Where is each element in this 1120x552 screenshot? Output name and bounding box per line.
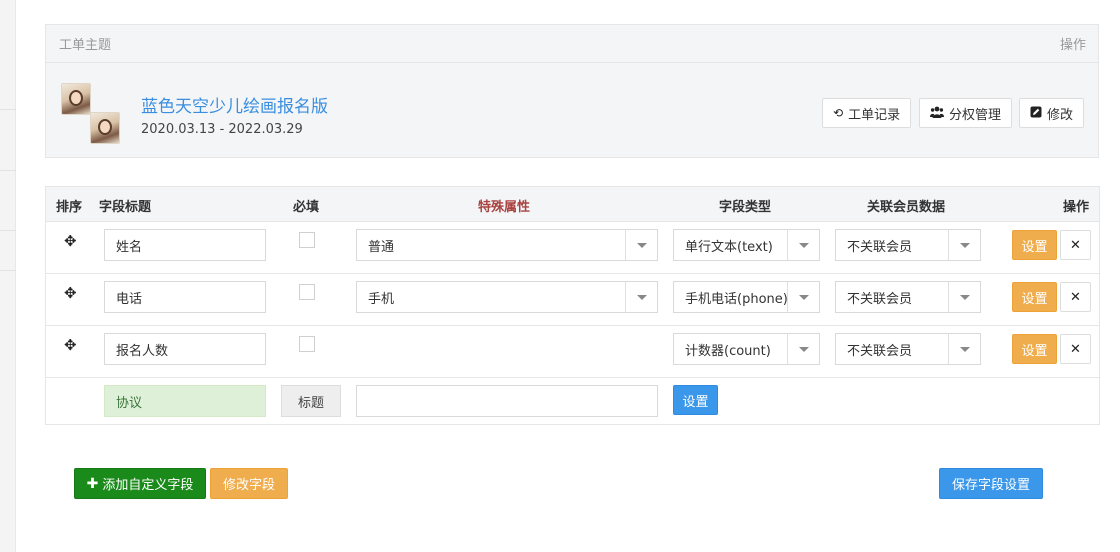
delete-button[interactable]: ✕ <box>1060 334 1091 364</box>
fields-table: 排序 字段标题 必填 特殊属性 字段类型 关联会员数据 操作 ✥ 姓名 普通 单… <box>45 186 1100 425</box>
cover-thumbnail <box>90 112 120 144</box>
move-icon[interactable]: ✥ <box>64 336 77 354</box>
special-attribute-select[interactable]: 手机 <box>356 281 658 313</box>
special-attribute-value: 普通 <box>368 239 395 255</box>
special-attribute-value: 手机 <box>368 291 395 307</box>
table-row: ✥ 电话 手机 手机电话(phone) 不关联会员 设置 ✕ <box>46 274 1099 326</box>
agreement-input[interactable] <box>356 385 658 417</box>
field-title-input[interactable]: 报名人数 <box>104 333 266 365</box>
chevron-down-icon <box>787 334 819 364</box>
required-checkbox[interactable] <box>299 284 315 300</box>
chevron-down-icon <box>948 334 980 364</box>
cover-thumbnail <box>61 83 91 115</box>
table-row: ✥ 报名人数 计数器(count) 不关联会员 设置 ✕ <box>46 326 1099 378</box>
member-data-select[interactable]: 不关联会员 <box>835 281 981 313</box>
chevron-down-icon <box>948 282 980 312</box>
move-icon[interactable]: ✥ <box>64 284 77 302</box>
delete-button[interactable]: ✕ <box>1060 282 1091 312</box>
move-icon[interactable]: ✥ <box>64 232 77 250</box>
cover-thumbnails <box>61 83 121 144</box>
panel-body: 蓝色天空少儿绘画报名版 2020.03.13 - 2022.03.29 ⟲ 工单… <box>46 63 1098 158</box>
agreement-row: 协议 标题 设置 <box>46 378 1099 425</box>
header-required: 必填 <box>293 200 320 215</box>
table-header: 排序 字段标题 必填 特殊属性 字段类型 关联会员数据 操作 <box>46 187 1099 222</box>
required-checkbox[interactable] <box>299 336 315 352</box>
work-order-title-link[interactable]: 蓝色天空少儿绘画报名版 <box>141 92 328 117</box>
permissions-button-label: 分权管理 <box>949 107 1002 123</box>
special-attribute-select[interactable]: 普通 <box>356 229 658 261</box>
field-type-select[interactable]: 计数器(count) <box>673 333 820 365</box>
member-data-value: 不关联会员 <box>847 343 913 359</box>
set-button[interactable]: 设置 <box>1012 230 1057 260</box>
chevron-down-icon <box>787 230 819 260</box>
agreement-title-button[interactable]: 标题 <box>281 385 341 417</box>
edit-button[interactable]: 修改 <box>1019 98 1085 128</box>
member-data-select[interactable]: 不关联会员 <box>835 229 981 261</box>
users-icon <box>930 106 944 121</box>
work-order-panel: 工单主题 操作 蓝色天空少儿绘画报名版 2020.03.13 - 2022.03… <box>45 24 1099 158</box>
records-button-label: 工单记录 <box>848 107 901 123</box>
member-data-value: 不关联会员 <box>847 291 913 307</box>
field-type-value: 手机电话(phone) <box>685 291 788 307</box>
add-custom-field-button[interactable]: ✚ 添加自定义字段 <box>74 468 206 499</box>
history-icon: ⟲ <box>833 106 844 120</box>
save-field-settings-button[interactable]: 保存字段设置 <box>939 468 1043 499</box>
close-icon: ✕ <box>1070 237 1081 253</box>
header-field-type: 字段类型 <box>719 200 772 215</box>
panel-header-action: 操作 <box>1059 38 1086 53</box>
permissions-button[interactable]: 分权管理 <box>919 98 1013 128</box>
chevron-down-icon <box>787 282 819 312</box>
header-special-attribute: 特殊属性 <box>478 200 531 215</box>
close-icon: ✕ <box>1070 289 1081 305</box>
header-action: 操作 <box>1063 200 1090 215</box>
field-type-select[interactable]: 单行文本(text) <box>673 229 820 261</box>
header-field-title: 字段标题 <box>99 200 152 215</box>
panel-header-title: 工单主题 <box>59 38 112 53</box>
set-button[interactable]: 设置 <box>1012 334 1057 364</box>
member-data-value: 不关联会员 <box>847 239 913 255</box>
records-button[interactable]: ⟲ 工单记录 <box>822 98 912 128</box>
field-title-input[interactable]: 电话 <box>104 281 266 313</box>
left-sidebar-edge <box>0 0 16 552</box>
edit-icon <box>1030 106 1042 121</box>
work-order-date-range: 2020.03.13 - 2022.03.29 <box>141 122 303 137</box>
chevron-down-icon <box>948 230 980 260</box>
modify-field-button[interactable]: 修改字段 <box>210 468 288 499</box>
member-data-select[interactable]: 不关联会员 <box>835 333 981 365</box>
chevron-down-icon <box>625 230 657 260</box>
add-custom-field-label: 添加自定义字段 <box>102 478 194 493</box>
header-order: 排序 <box>56 200 83 215</box>
panel-header: 工单主题 操作 <box>46 25 1098 63</box>
field-type-value: 单行文本(text) <box>685 239 773 255</box>
agreement-set-button[interactable]: 设置 <box>673 385 718 415</box>
delete-button[interactable]: ✕ <box>1060 230 1091 260</box>
agreement-label-field[interactable]: 协议 <box>104 385 266 417</box>
close-icon: ✕ <box>1070 341 1081 357</box>
header-member-data: 关联会员数据 <box>867 200 946 215</box>
edit-button-label: 修改 <box>1047 107 1074 123</box>
field-title-input[interactable]: 姓名 <box>104 229 266 261</box>
field-type-value: 计数器(count) <box>685 343 771 359</box>
required-checkbox[interactable] <box>299 232 315 248</box>
set-button[interactable]: 设置 <box>1012 282 1057 312</box>
field-type-select[interactable]: 手机电话(phone) <box>673 281 820 313</box>
table-row: ✥ 姓名 普通 单行文本(text) 不关联会员 设置 ✕ <box>46 222 1099 274</box>
chevron-down-icon <box>625 282 657 312</box>
plus-icon: ✚ <box>86 475 99 492</box>
